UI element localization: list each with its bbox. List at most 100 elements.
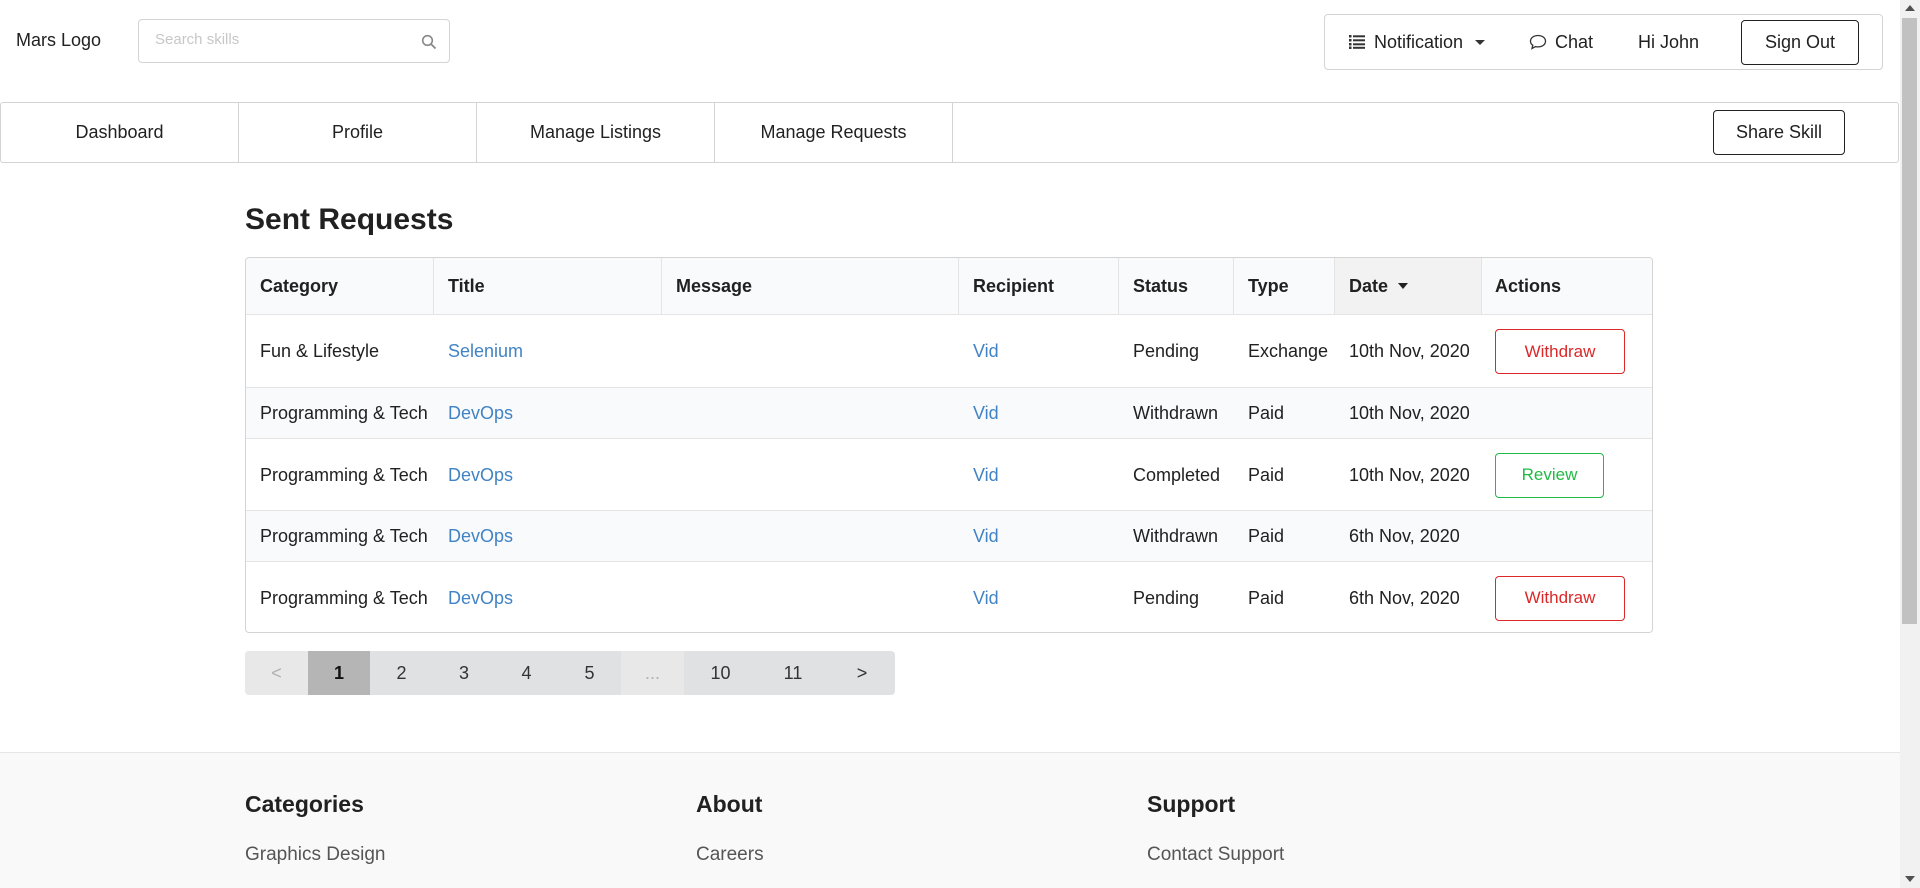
recipient-link[interactable]: Vid xyxy=(973,341,999,362)
date-cell: 10th Nov, 2020 xyxy=(1349,464,1470,485)
column-header-title[interactable]: Title xyxy=(434,258,662,314)
table-row: Programming & Tech DevOps Vid Pending Pa… xyxy=(246,561,1652,632)
sign-out-button[interactable]: Sign Out xyxy=(1741,20,1859,65)
mars-logo[interactable]: Mars Logo xyxy=(16,30,101,51)
status-cell: Withdrawn xyxy=(1133,403,1219,423)
footer-heading: Support xyxy=(1147,791,1236,817)
page-4-button[interactable]: 4 xyxy=(495,651,558,695)
date-cell: 6th Nov, 2020 xyxy=(1349,526,1460,546)
tab-profile[interactable]: Profile xyxy=(239,103,477,162)
footer-column-categories: Categories Graphics Design xyxy=(245,791,385,866)
list-icon xyxy=(1349,35,1365,49)
category-cell: Programming & Tech xyxy=(260,464,428,485)
footer: Categories Graphics Design About Careers… xyxy=(0,752,1900,888)
table-row: Fun & Lifestyle Selenium Vid Pending Exc… xyxy=(246,314,1652,388)
tab-manage-listings[interactable]: Manage Listings xyxy=(477,103,715,162)
title-link[interactable]: DevOps xyxy=(448,588,513,609)
scroll-up-arrow-icon[interactable] xyxy=(1905,5,1915,11)
page-11-button[interactable]: 11 xyxy=(757,651,829,695)
tab-dashboard[interactable]: Dashboard xyxy=(1,103,239,162)
page-10-button[interactable]: 10 xyxy=(684,651,757,695)
message-cell xyxy=(662,439,959,511)
search-input[interactable] xyxy=(155,31,415,48)
share-skill-button[interactable]: Share Skill xyxy=(1713,110,1845,155)
next-page-button[interactable]: > xyxy=(829,651,895,695)
chat-bubble-icon xyxy=(1529,34,1547,50)
message-cell xyxy=(662,562,959,632)
footer-column-support: Support Contact Support xyxy=(1147,791,1284,866)
recipient-link[interactable]: Vid xyxy=(973,465,999,486)
sent-requests-table: Category Title Message Recipient Status … xyxy=(245,257,1653,633)
recipient-link[interactable]: Vid xyxy=(973,588,999,609)
actions-cell xyxy=(1482,388,1652,439)
title-link[interactable]: Selenium xyxy=(448,341,523,362)
table-header-row: Category Title Message Recipient Status … xyxy=(246,258,1652,314)
actions-cell xyxy=(1482,511,1652,562)
page-1-button[interactable]: 1 xyxy=(308,651,370,695)
type-cell: Paid xyxy=(1248,464,1285,485)
date-cell: 10th Nov, 2020 xyxy=(1349,341,1470,361)
scrollbar-thumb[interactable] xyxy=(1902,18,1917,624)
recipient-link[interactable]: Vid xyxy=(973,526,999,547)
page-5-button[interactable]: 5 xyxy=(558,651,621,695)
footer-link-graphics-design[interactable]: Graphics Design xyxy=(245,844,385,866)
title-link[interactable]: DevOps xyxy=(448,403,513,424)
column-header-message[interactable]: Message xyxy=(662,258,959,314)
category-cell: Programming & Tech xyxy=(260,587,428,608)
column-header-recipient[interactable]: Recipient xyxy=(959,258,1119,314)
chevron-down-icon xyxy=(1475,39,1486,45)
type-cell: Exchange xyxy=(1248,341,1329,361)
user-greeting[interactable]: Hi John xyxy=(1638,15,1699,69)
message-cell xyxy=(662,315,959,388)
notification-dropdown[interactable]: Notification xyxy=(1349,15,1486,69)
footer-column-about: About Careers xyxy=(696,791,764,866)
chat-label: Chat xyxy=(1555,31,1594,52)
search-icon[interactable] xyxy=(421,34,437,50)
type-cell: Paid xyxy=(1248,587,1285,608)
user-menu-bar: Notification Chat Hi John Sign Out xyxy=(1324,14,1883,70)
status-cell: Completed xyxy=(1133,464,1221,485)
withdraw-button[interactable]: Withdraw xyxy=(1495,329,1625,374)
review-button[interactable]: Review xyxy=(1495,452,1604,498)
notification-label: Notification xyxy=(1374,31,1464,52)
page-title: Sent Requests xyxy=(245,203,454,236)
category-cell: Programming & Tech xyxy=(260,403,428,423)
status-cell: Pending xyxy=(1133,587,1200,608)
main-nav: Dashboard Profile Manage Listings Manage… xyxy=(0,102,1899,163)
message-cell xyxy=(662,388,959,439)
pagination: < 1 2 3 4 5 ... 10 11 > xyxy=(245,651,895,695)
column-header-type[interactable]: Type xyxy=(1234,258,1335,314)
page-3-button[interactable]: 3 xyxy=(433,651,495,695)
recipient-link[interactable]: Vid xyxy=(973,403,999,424)
column-header-category[interactable]: Category xyxy=(246,258,434,314)
category-cell: Programming & Tech xyxy=(260,526,428,546)
sort-descending-icon xyxy=(1398,283,1409,289)
footer-heading: Categories xyxy=(245,791,364,817)
page-ellipsis: ... xyxy=(621,651,684,695)
message-cell xyxy=(662,511,959,562)
vertical-scrollbar[interactable] xyxy=(1900,0,1920,888)
withdraw-button[interactable]: Withdraw xyxy=(1495,575,1625,621)
column-header-status[interactable]: Status xyxy=(1119,258,1234,314)
column-header-date[interactable]: Date xyxy=(1335,258,1482,314)
prev-page-button[interactable]: < xyxy=(245,651,308,695)
date-cell: 6th Nov, 2020 xyxy=(1349,587,1460,608)
chat-link[interactable]: Chat xyxy=(1529,15,1593,69)
title-link[interactable]: DevOps xyxy=(448,465,513,486)
footer-link-careers[interactable]: Careers xyxy=(696,844,764,866)
scroll-down-arrow-icon[interactable] xyxy=(1905,876,1915,882)
footer-heading: About xyxy=(696,791,763,817)
type-cell: Paid xyxy=(1248,526,1285,546)
category-cell: Fun & Lifestyle xyxy=(260,341,380,361)
column-header-date-label: Date xyxy=(1349,275,1389,296)
table-row: Programming & Tech DevOps Vid Completed … xyxy=(246,438,1652,511)
search-box[interactable] xyxy=(138,19,450,63)
title-link[interactable]: DevOps xyxy=(448,526,513,547)
tab-manage-requests[interactable]: Manage Requests xyxy=(715,103,953,162)
date-cell: 10th Nov, 2020 xyxy=(1349,403,1470,423)
type-cell: Paid xyxy=(1248,403,1285,423)
table-row: Programming & Tech DevOps Vid Withdrawn … xyxy=(246,387,1652,439)
footer-link-contact-support[interactable]: Contact Support xyxy=(1147,844,1284,866)
page-2-button[interactable]: 2 xyxy=(370,651,433,695)
column-header-actions: Actions xyxy=(1495,275,1562,296)
